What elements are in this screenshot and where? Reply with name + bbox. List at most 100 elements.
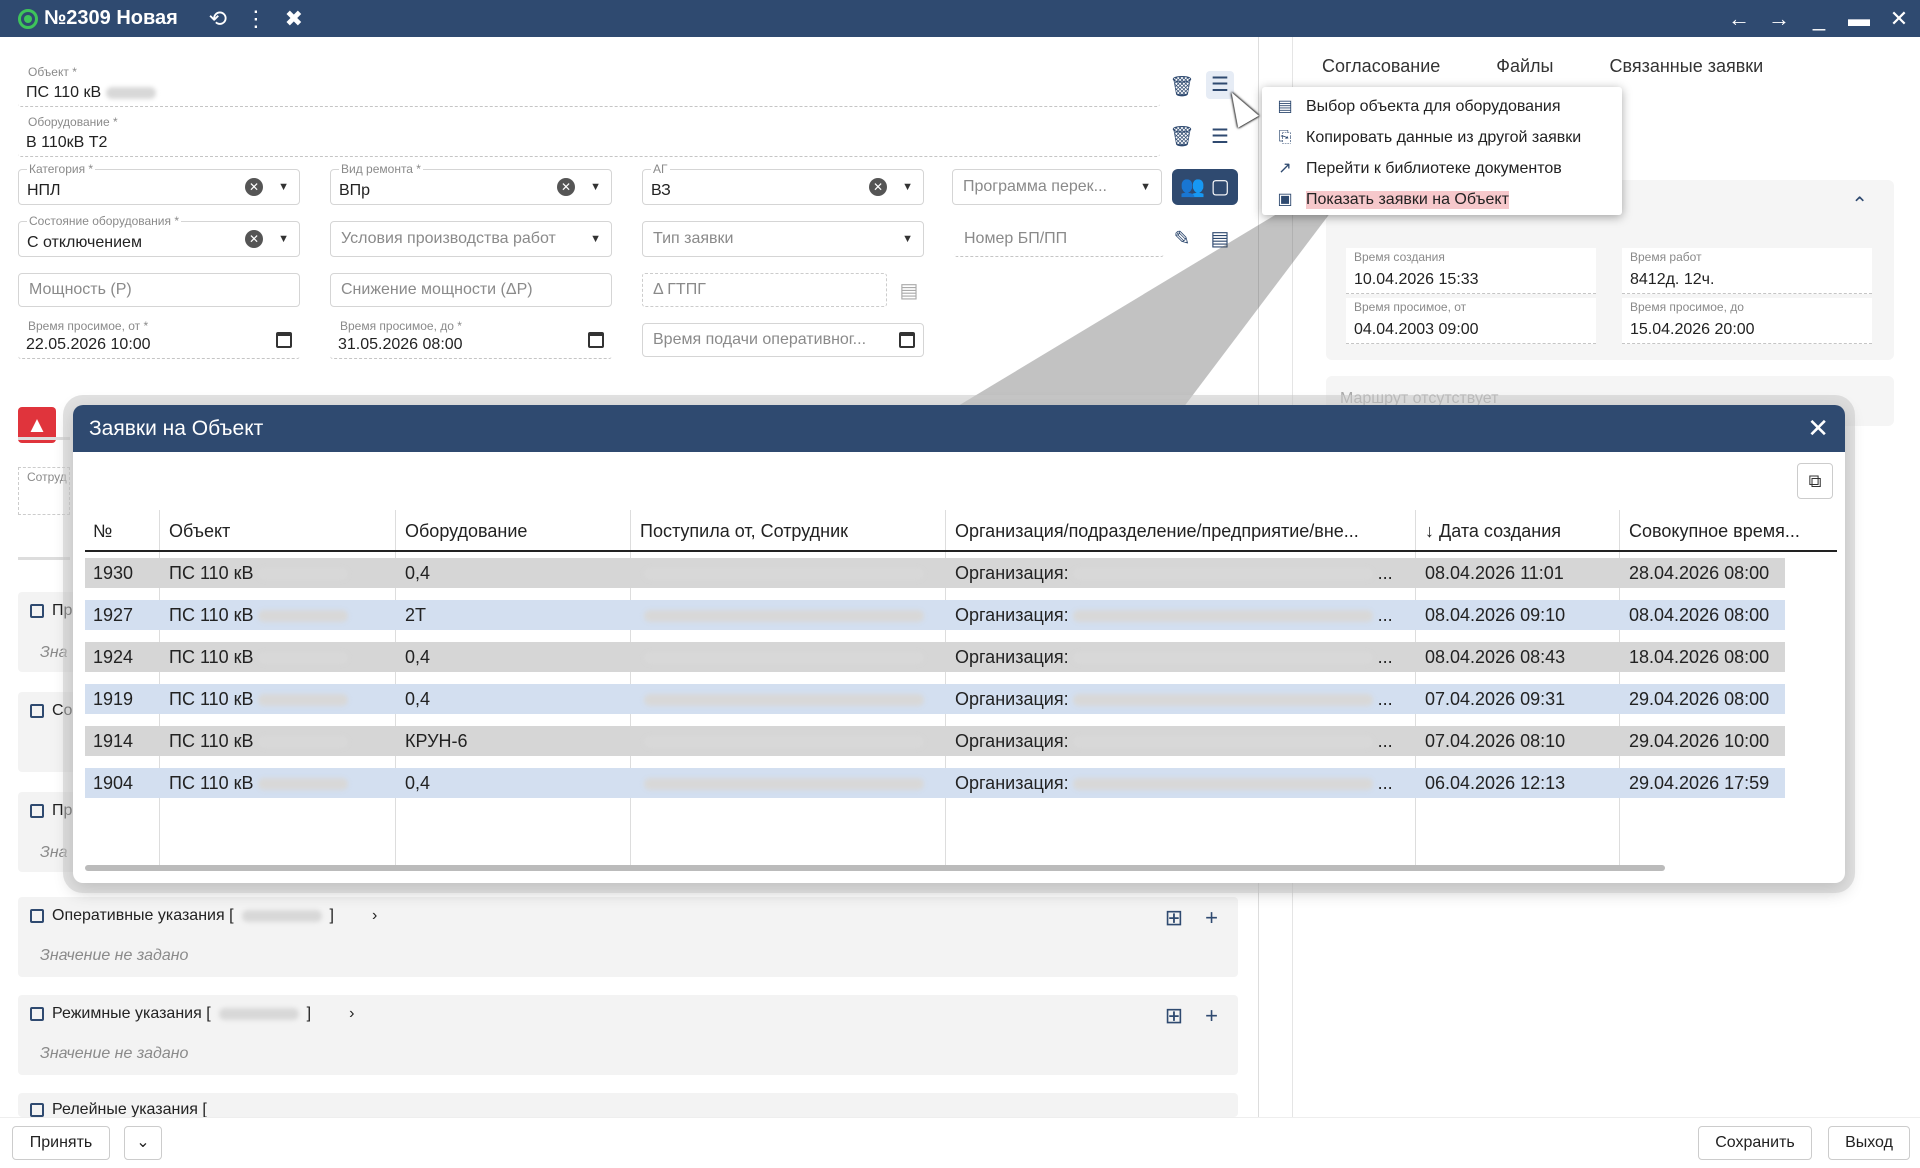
delete-equipment-icon[interactable]: 🗑: [1168, 123, 1196, 151]
checkbox-icon[interactable]: [30, 909, 44, 923]
table-cell-created: 08.04.2026 09:10: [1417, 594, 1617, 636]
employee-field[interactable]: Сотруд: [18, 467, 70, 515]
save-button[interactable]: Сохранить: [1698, 1126, 1812, 1160]
menu-item-select-object[interactable]: ▤ Выбор объекта для оборудования: [1262, 91, 1622, 122]
table-cell-equipment: 0,4: [397, 678, 629, 720]
calendar-icon[interactable]: [588, 331, 604, 348]
equipment-field[interactable]: Оборудование * В 110кВ Т2: [18, 115, 1160, 157]
category-select[interactable]: Категория * НПЛ ✕ ▼: [18, 162, 300, 205]
table-row[interactable]: 1919 ПС 110 кВ 0,4 Организация: ... 07.04.20…: [85, 678, 1837, 720]
tab-approval[interactable]: Согласование: [1322, 56, 1440, 77]
col-num[interactable]: №: [85, 510, 159, 552]
power-input[interactable]: Мощность (P): [18, 273, 300, 307]
checkbox-icon[interactable]: [30, 604, 44, 618]
request-type-select[interactable]: Тип заявки ▼: [642, 221, 924, 257]
table-row[interactable]: 1914 ПС 110 кВ КРУН-6 Организация: ... 07.04…: [85, 720, 1837, 762]
col-received-from[interactable]: Поступила от, Сотрудник: [632, 510, 944, 552]
table-row[interactable]: 1930 ПС 110 кВ 0,4 Организация: ... 08.04.20…: [85, 552, 1837, 594]
tools-icon[interactable]: ✖: [282, 6, 306, 32]
program-placeholder: Программа перек...: [963, 178, 1107, 195]
col-equipment[interactable]: Оборудование: [397, 510, 629, 552]
toggle-people-icon[interactable]: 👥 ▢: [1172, 169, 1238, 205]
tab-files[interactable]: Файлы: [1496, 56, 1553, 77]
program-select[interactable]: Программа перек... ▼: [952, 169, 1162, 205]
forward-arrow-icon[interactable]: →: [1768, 6, 1790, 32]
chevron-down-icon[interactable]: ⌄: [124, 1126, 162, 1160]
delete-icon[interactable]: 🗑: [1168, 73, 1196, 101]
col-organization[interactable]: Организация/подразделение/предприятие/вн…: [947, 510, 1415, 552]
cell-text: 0,4: [405, 647, 431, 667]
gtpg-input[interactable]: Δ ГТПГ: [642, 273, 887, 307]
chevron-right-icon[interactable]: ›: [349, 1005, 354, 1023]
equip-state-select[interactable]: Состояние оборудования * С отключением ✕…: [18, 214, 300, 257]
checkbox-icon[interactable]: [30, 804, 44, 818]
chevron-up-icon[interactable]: ⌃: [1851, 192, 1868, 217]
cell-text: 18.04.2026 08:00: [1629, 647, 1770, 667]
tree-icon[interactable]: ⊞: [1165, 905, 1183, 931]
table-row[interactable]: 1924 ПС 110 кВ 0,4 Организация: ... 08.04.20…: [85, 636, 1837, 678]
caret-down-icon[interactable]: ▼: [590, 181, 601, 193]
add-icon[interactable]: +: [1205, 1003, 1218, 1029]
checkbox-icon[interactable]: [30, 704, 44, 718]
clear-icon[interactable]: ✕: [245, 230, 263, 248]
tree-icon[interactable]: ⊞: [1165, 1003, 1183, 1029]
power-drop-input[interactable]: Снижение мощности (ΔP): [330, 273, 612, 307]
caret-down-icon[interactable]: ▼: [902, 233, 913, 245]
exit-button[interactable]: Выход: [1828, 1126, 1910, 1160]
maximize-icon[interactable]: ▬: [1848, 6, 1870, 32]
minimize-icon[interactable]: _: [1808, 6, 1830, 32]
calendar-icon[interactable]: [899, 332, 915, 348]
menu-item-doc-library[interactable]: ↗ Перейти к библиотеке документов: [1262, 153, 1622, 184]
table-row[interactable]: 1927 ПС 110 кВ 2Т Организация: ... 08.04.202…: [85, 594, 1837, 636]
req-from-value: 04.04.2003 09:00: [1354, 321, 1479, 338]
col-created-date[interactable]: ↓ Дата создания: [1417, 510, 1617, 552]
checkbox-icon[interactable]: [30, 1103, 44, 1117]
add-icon[interactable]: +: [1205, 905, 1218, 931]
tab-related[interactable]: Связанные заявки: [1610, 56, 1764, 77]
menu-item-copy-data[interactable]: ⎘ Копировать данные из другой заявки: [1262, 122, 1622, 153]
calendar-icon[interactable]: [276, 331, 292, 348]
cell-text: Организация:: [955, 689, 1069, 709]
power-drop-placeholder: Снижение мощности (ΔP): [341, 281, 533, 298]
clear-icon[interactable]: ✕: [557, 178, 575, 196]
equipment-list-icon[interactable]: ☰: [1206, 123, 1234, 151]
accept-button[interactable]: Принять: [12, 1126, 110, 1160]
back-arrow-icon[interactable]: ←: [1728, 6, 1750, 32]
clear-icon[interactable]: ✕: [869, 178, 887, 196]
time-from-field[interactable]: Время просимое, от * 22.05.2026 10:00: [18, 319, 300, 359]
edit-pencil-icon[interactable]: ✎: [1168, 225, 1196, 253]
time-to-field[interactable]: Время просимое, до * 31.05.2026 08:00: [330, 319, 612, 359]
clear-icon[interactable]: ✕: [245, 178, 263, 196]
close-icon[interactable]: ✕: [1807, 413, 1829, 444]
caret-down-icon[interactable]: ▼: [278, 233, 289, 245]
section-label: Оперативные указания [: [52, 907, 234, 924]
redacted-text: [257, 568, 348, 581]
work-conditions-select[interactable]: Условия производства работ ▼: [330, 221, 612, 257]
section-operative[interactable]: Оперативные указания [] › Значение не зад…: [18, 897, 1238, 977]
section-relay[interactable]: Релейные указания [: [18, 1093, 1238, 1117]
calc-icon[interactable]: ▤: [895, 277, 923, 305]
caret-down-icon[interactable]: ▼: [902, 181, 913, 193]
repair-type-select[interactable]: Вид ремонта * ВПр ✕ ▼: [330, 162, 612, 205]
copy-columns-icon[interactable]: ⧉: [1797, 463, 1833, 499]
op-time-field[interactable]: Время подачи оперативног...: [642, 323, 924, 357]
more-vert-icon[interactable]: ⋮: [244, 6, 268, 32]
checkbox-icon[interactable]: [30, 1007, 44, 1021]
caret-down-icon[interactable]: ▼: [278, 181, 289, 193]
horizontal-scrollbar[interactable]: [85, 865, 1665, 871]
cell-text: 1927: [93, 605, 134, 625]
col-total-time[interactable]: Совокупное время...: [1621, 510, 1837, 552]
caret-down-icon[interactable]: ▼: [590, 233, 601, 245]
close-window-icon[interactable]: ✕: [1888, 6, 1910, 32]
table-row[interactable]: 1904 ПС 110 кВ 0,4 Организация: ... 06.04.20…: [85, 762, 1837, 804]
menu-item-show-requests[interactable]: ▣ Показать заявки на Объект: [1262, 184, 1622, 215]
bp-number-input[interactable]: Номер БП/ПП: [954, 221, 1164, 257]
object-field[interactable]: Объект * ПС 110 кВ: [18, 65, 1160, 107]
caret-down-icon[interactable]: ▼: [1140, 181, 1151, 193]
col-object[interactable]: Объект: [161, 510, 393, 552]
history-icon[interactable]: ⟲: [206, 6, 230, 32]
document-icon[interactable]: ▤: [1206, 225, 1234, 253]
section-regime[interactable]: Режимные указания [] › Значение не задано…: [18, 995, 1238, 1075]
ag-select[interactable]: АГ ВЗ ✕ ▼: [642, 162, 924, 205]
chevron-right-icon[interactable]: ›: [372, 907, 377, 925]
